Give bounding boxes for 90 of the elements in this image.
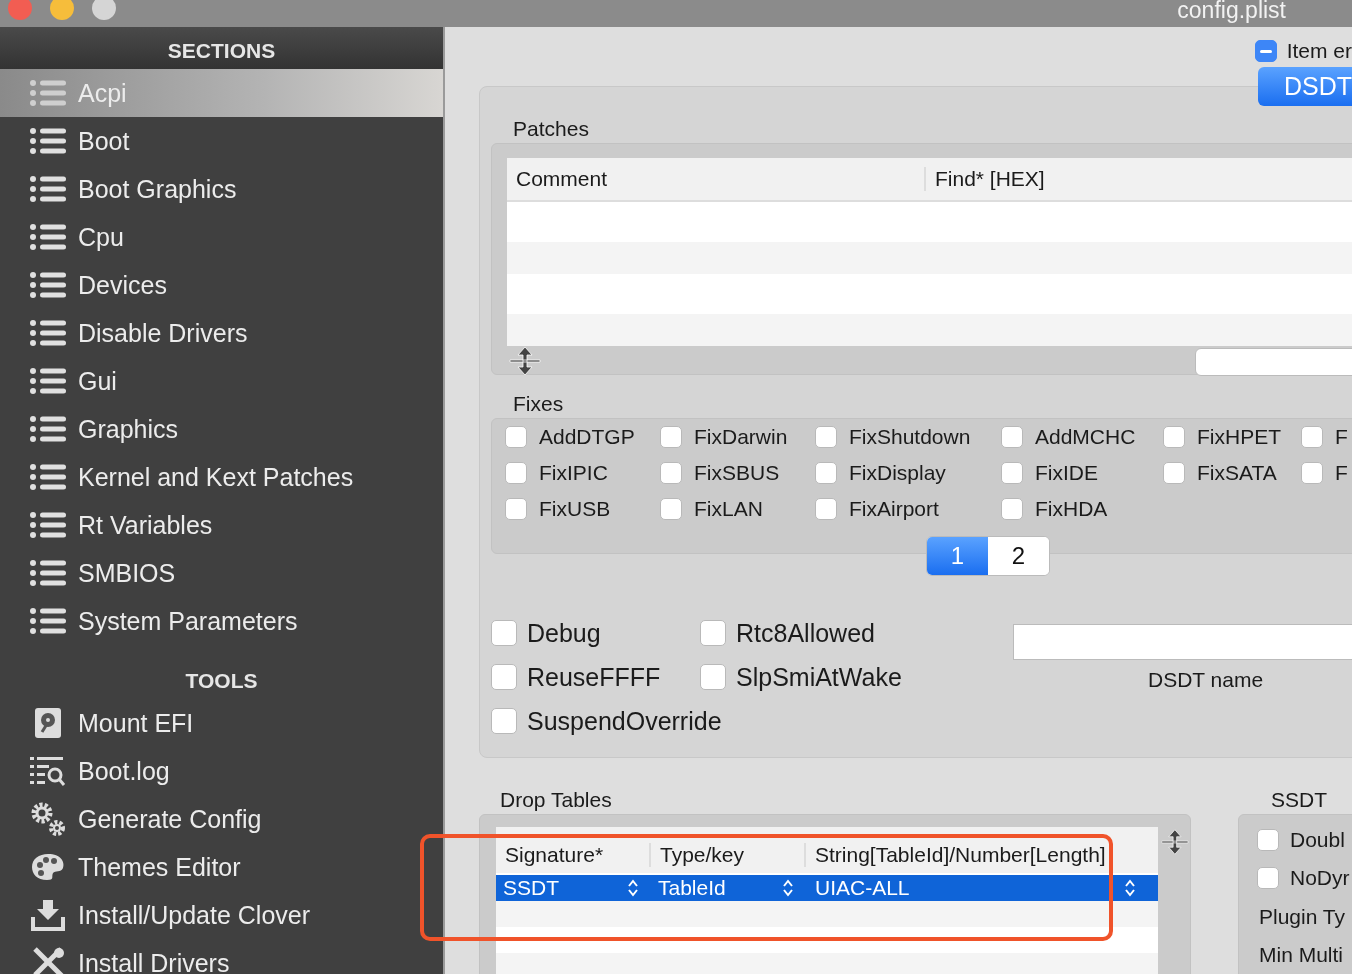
table-cell: UIAC-ALL xyxy=(815,876,910,900)
tools-icon xyxy=(30,947,66,974)
sidebar-heading: SECTIONS xyxy=(0,27,443,69)
fix-checkbox[interactable]: AddDTGP xyxy=(505,424,635,450)
zoom-button[interactable] xyxy=(92,0,116,20)
input-field[interactable] xyxy=(1195,348,1352,376)
sidebar-item[interactable]: Rt Variables xyxy=(0,501,443,549)
sidebar-item[interactable]: Disable Drivers xyxy=(0,309,443,357)
option-checkbox[interactable]: SlpSmiAtWake xyxy=(700,662,902,692)
table-cell: TableId xyxy=(658,876,726,900)
window-title: config.plist xyxy=(1177,0,1286,23)
resize-icon[interactable] xyxy=(508,346,542,376)
list-icon xyxy=(30,464,66,490)
group-label: Fixes xyxy=(513,392,565,417)
group-label: Drop Tables xyxy=(500,788,613,813)
list-icon xyxy=(30,512,66,538)
palette-icon xyxy=(30,853,66,881)
sidebar-item[interactable]: Boot xyxy=(0,117,443,165)
fix-checkbox[interactable]: FixAirport xyxy=(815,496,939,522)
fix-checkbox[interactable]: FixSBUS xyxy=(660,460,780,486)
option-checkbox[interactable]: Rtc8Allowed xyxy=(700,618,875,648)
field-label: Min Multi xyxy=(1259,943,1344,967)
list-icon xyxy=(30,176,66,202)
fix-checkbox[interactable]: FixIDE xyxy=(1001,460,1098,486)
field-label: Plugin Ty xyxy=(1259,905,1346,929)
fix-checkbox[interactable]: FixLAN xyxy=(660,496,763,522)
list-icon xyxy=(30,272,66,298)
tool-item[interactable]: Themes Editor xyxy=(0,843,443,891)
table-row[interactable] xyxy=(507,242,1352,274)
stepper-icon[interactable] xyxy=(782,878,794,898)
group-label: Patches xyxy=(513,117,590,142)
field-label: DSDT name xyxy=(1148,668,1265,692)
close-button[interactable] xyxy=(8,0,32,20)
list-icon xyxy=(30,560,66,586)
column-header[interactable]: Find* [HEX] xyxy=(926,167,1045,191)
stepper-icon[interactable] xyxy=(1124,878,1137,898)
column-header[interactable]: Type/key xyxy=(651,843,806,867)
tool-item[interactable]: Generate Config xyxy=(0,795,443,843)
option-checkbox[interactable]: SuspendOverride xyxy=(491,706,722,736)
fix-checkbox[interactable]: AddMCHC xyxy=(1001,424,1136,450)
list-icon xyxy=(30,320,66,346)
sidebar-item[interactable]: System Parameters xyxy=(0,597,443,645)
list-icon xyxy=(30,368,66,394)
minimize-button[interactable] xyxy=(50,0,74,20)
column-header[interactable]: Comment xyxy=(507,167,926,191)
column-header[interactable]: Signature* xyxy=(496,843,651,867)
sidebar-item[interactable]: Gui xyxy=(0,357,443,405)
sidebar-item[interactable]: Cpu xyxy=(0,213,443,261)
fix-checkbox[interactable]: FixDarwin xyxy=(660,424,788,450)
table-row[interactable]: SSDT TableId UIAC-ALL xyxy=(496,875,1159,901)
fix-checkbox[interactable]: F xyxy=(1301,460,1348,486)
sidebar-heading: TOOLS xyxy=(184,668,259,694)
fix-checkbox[interactable]: FixDisplay xyxy=(815,460,946,486)
download-icon xyxy=(30,899,66,931)
list-icon xyxy=(30,224,66,250)
ssdt-checkbox[interactable]: NoDyr xyxy=(1257,865,1350,891)
fix-checkbox[interactable]: FixUSB xyxy=(505,496,611,522)
list-icon xyxy=(30,608,66,634)
resize-icon[interactable] xyxy=(1160,827,1190,857)
group-label: SSDT xyxy=(1271,788,1328,813)
fix-checkbox[interactable]: FixHDA xyxy=(1001,496,1108,522)
ssdt-checkbox[interactable]: Doubl xyxy=(1257,827,1345,853)
tool-item[interactable]: Mount EFI xyxy=(0,699,443,747)
log-search-icon xyxy=(30,755,66,787)
sidebar-item[interactable]: Boot Graphics xyxy=(0,165,443,213)
table-cell: SSDT xyxy=(503,876,559,900)
item-checkbox[interactable]: Item er xyxy=(1254,39,1352,63)
sidebar-item[interactable]: Devices xyxy=(0,261,443,309)
tool-item[interactable]: Install/Update Clover xyxy=(0,891,443,939)
sidebar-item[interactable]: SMBIOS xyxy=(0,549,443,597)
sidebar-item[interactable]: Kernel and Kext Patches xyxy=(0,453,443,501)
tool-item[interactable]: Boot.log xyxy=(0,747,443,795)
checkbox[interactable] xyxy=(1254,40,1277,62)
fix-checkbox[interactable]: FixShutdown xyxy=(815,424,971,450)
fix-checkbox[interactable]: FixSATA xyxy=(1163,460,1277,486)
option-checkbox[interactable]: ReuseFFFF xyxy=(491,662,661,692)
column-header[interactable]: String[TableId]/Number[Length] xyxy=(806,843,1159,867)
list-icon xyxy=(30,80,66,106)
tool-item[interactable]: Install Drivers xyxy=(0,939,443,974)
fix-checkbox[interactable]: FixHPET xyxy=(1163,424,1281,450)
fix-checkbox[interactable]: FixIPIC xyxy=(505,460,608,486)
stepper-icon[interactable] xyxy=(627,878,639,898)
list-icon xyxy=(30,416,66,442)
fix-checkbox[interactable]: F xyxy=(1301,424,1348,450)
list-icon xyxy=(30,128,66,154)
table-row[interactable] xyxy=(496,953,1159,974)
sidebar-item[interactable]: Graphics xyxy=(0,405,443,453)
option-checkbox[interactable]: Debug xyxy=(491,618,601,648)
gears-icon xyxy=(30,801,66,837)
dsdt-name-field[interactable] xyxy=(1013,624,1352,660)
